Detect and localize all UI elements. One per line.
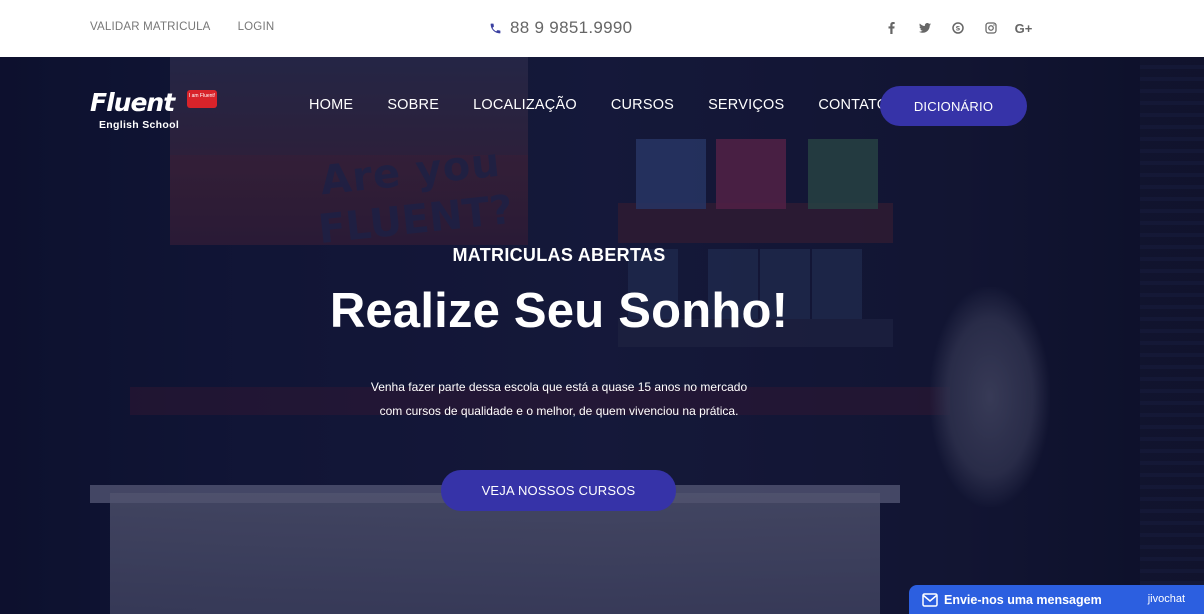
main-nav: HOME SOBRE LOCALIZAÇÃO CURSOS SERVIÇOS C… (309, 97, 922, 113)
phone-icon (489, 22, 502, 35)
logo-wordmark: Fluent (90, 88, 175, 117)
site-logo[interactable]: Fluent I am Fluent! English School (90, 88, 220, 134)
nav-item-home[interactable]: HOME (309, 97, 353, 113)
hero-text-line-1: Venha fazer parte dessa escola que está … (370, 380, 748, 394)
twitter-icon[interactable] (908, 18, 941, 38)
validar-matricula-link[interactable]: VALIDAR MATRICULA (90, 21, 211, 33)
veja-cursos-button[interactable]: VEJA NOSSOS CURSOS (441, 470, 676, 511)
nav-item-localizacao[interactable]: LOCALIZAÇÃO (473, 97, 577, 113)
nav-item-sobre[interactable]: SOBRE (387, 97, 439, 113)
logo-subtitle: English School (99, 119, 180, 131)
nav-item-cursos[interactable]: CURSOS (611, 97, 674, 113)
dicionario-button[interactable]: DICIONÁRIO (880, 86, 1027, 126)
login-link[interactable]: LOGIN (238, 21, 275, 33)
chat-label: Envie-nos uma mensagem (944, 592, 1102, 607)
facebook-icon[interactable] (875, 18, 908, 38)
hero-text-line-2: com cursos de qualidade e o melhor, de q… (379, 404, 739, 418)
hero-title: Realize Seu Sonho! (329, 284, 789, 338)
nav-item-servicos[interactable]: SERVIÇOS (708, 97, 784, 113)
nav-item-contato[interactable]: CONTATO (818, 97, 888, 113)
google-plus-icon[interactable]: G+ (1007, 18, 1040, 38)
chat-brand: jivochat (1147, 593, 1185, 605)
social-links: S G+ (875, 18, 1040, 38)
phone-number[interactable]: 88 9 9851.9990 (510, 18, 632, 38)
top-links: VALIDAR MATRICULA LOGIN (90, 21, 274, 33)
skype-icon[interactable]: S (941, 18, 974, 38)
chat-widget[interactable]: Envie-nos uma mensagem jivochat (909, 585, 1204, 614)
instagram-icon[interactable] (974, 18, 1007, 38)
phone-contact: 88 9 9851.9990 (489, 18, 632, 38)
envelope-icon (922, 592, 938, 607)
svg-text:S: S (955, 25, 960, 33)
top-bar: VALIDAR MATRICULA LOGIN 88 9 9851.9990 S… (0, 0, 1204, 57)
hero-kicker: MATRICULAS ABERTAS (452, 245, 666, 265)
logo-tag: I am Fluent! (187, 90, 217, 108)
